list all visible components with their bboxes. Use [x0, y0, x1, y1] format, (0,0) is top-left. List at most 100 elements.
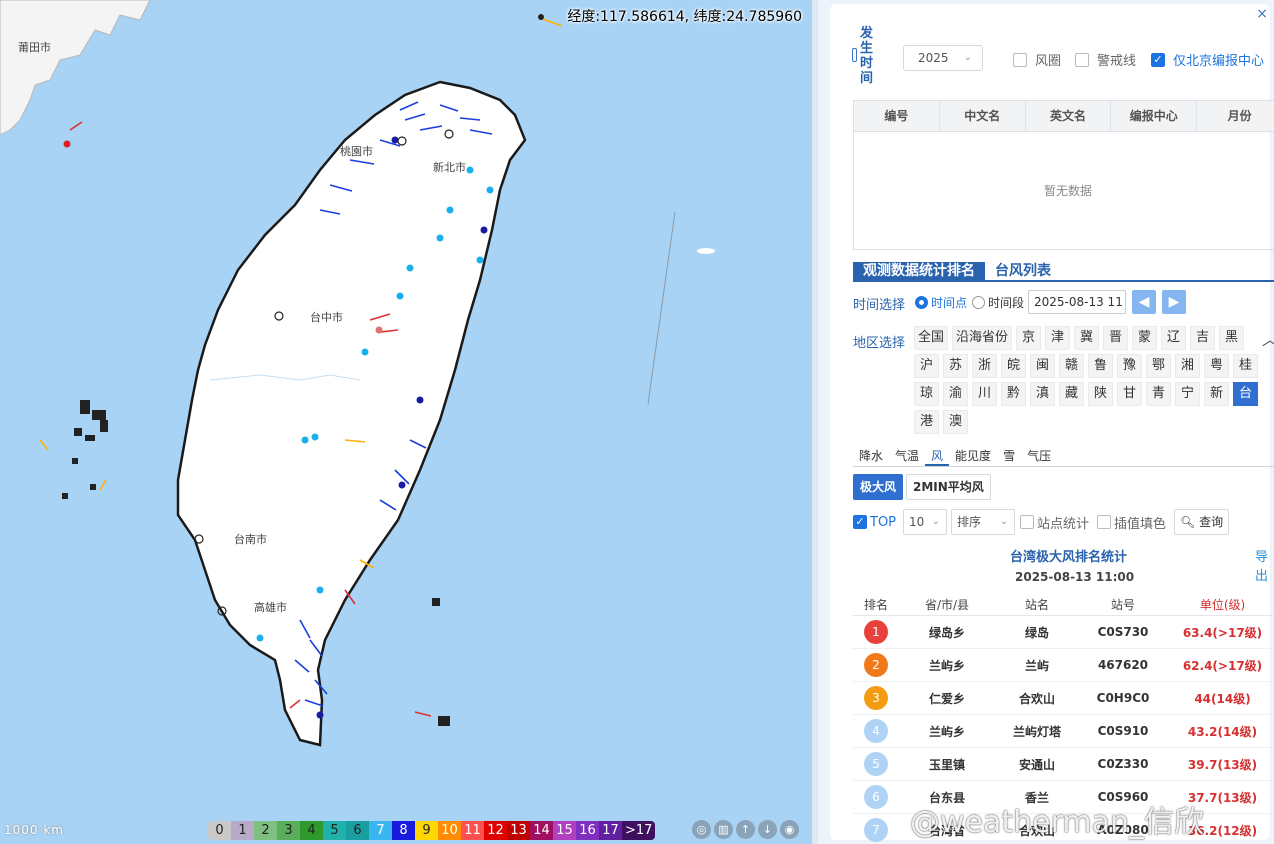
check-icon[interactable]: ✓	[853, 515, 867, 529]
region-button[interactable]: 湘	[1175, 354, 1200, 378]
region-button[interactable]: 黔	[1001, 382, 1026, 406]
region-button[interactable]: 藏	[1059, 382, 1084, 406]
region-button[interactable]: 津	[1045, 326, 1071, 350]
region-button[interactable]: 桂	[1233, 354, 1258, 378]
region-button[interactable]: 苏	[943, 354, 968, 378]
region-button[interactable]: 港	[914, 410, 939, 434]
avg-wind-button[interactable]: 2MIN平均风	[906, 474, 991, 500]
region-button[interactable]: 豫	[1117, 354, 1142, 378]
check-icon[interactable]: ✓	[1151, 52, 1165, 67]
table-row[interactable]: 2 兰屿乡 兰屿 467620 62.4(>17级)	[853, 649, 1274, 682]
element-tab[interactable]: 能见度	[949, 447, 997, 466]
region-button[interactable]: 黑	[1219, 326, 1245, 350]
region-button[interactable]: 蒙	[1132, 326, 1158, 350]
region-button[interactable]: 京	[1016, 326, 1042, 350]
region-button[interactable]: 赣	[1059, 354, 1084, 378]
element-tab[interactable]: 气温	[889, 447, 925, 466]
region-button[interactable]: 宁	[1175, 382, 1200, 406]
region-button[interactable]: 浙	[972, 354, 997, 378]
legend-level: 12	[484, 821, 507, 840]
checkbox-label: 站点统计	[1037, 516, 1090, 532]
checkbox-box[interactable]	[1097, 515, 1111, 529]
checkbox-box[interactable]	[1020, 515, 1034, 529]
tab-observation-ranking[interactable]: 观测数据统计排名	[853, 262, 985, 280]
year-value: 2025	[918, 51, 949, 65]
checkbox-box[interactable]	[1075, 52, 1089, 67]
region-button[interactable]: 鄂	[1146, 354, 1171, 378]
tab-typhoon-list[interactable]: 台风列表	[985, 262, 1061, 280]
top-count-select[interactable]: 10 ⌄	[903, 509, 947, 535]
region-button[interactable]: 闽	[1030, 354, 1055, 378]
region-button[interactable]: 台	[1233, 382, 1258, 406]
element-tab[interactable]: 降水	[853, 447, 889, 466]
region-button[interactable]: 滇	[1030, 382, 1055, 406]
close-icon[interactable]: ×	[1256, 6, 1268, 22]
region-button[interactable]: 琼	[914, 382, 939, 406]
table-row[interactable]: 3 仁爱乡 合欢山 C0H9C0 44(14级)	[853, 682, 1274, 715]
arrow-up-icon[interactable]: ↑	[736, 820, 755, 839]
map-canvas[interactable]	[0, 0, 812, 844]
radio-time-point[interactable]: 时间点	[915, 294, 967, 311]
column-header[interactable]: 英文名	[1026, 101, 1112, 131]
station-stat-checkbox[interactable]: 站点统计	[1020, 509, 1089, 535]
region-button[interactable]: 鲁	[1088, 354, 1113, 378]
region-button[interactable]: 冀	[1074, 326, 1100, 350]
region-button[interactable]: 甘	[1117, 382, 1142, 406]
region-button[interactable]: 澳	[943, 410, 968, 434]
panel-content: × 发生时间 2025 ⌄ 风圈 警戒线 ✓ 仅北京编报中心 编号 中文名 英文…	[830, 4, 1274, 842]
target-icon[interactable]: ◎	[692, 820, 711, 839]
id-cell: C0H9C0	[1096, 691, 1150, 705]
region-button[interactable]: 川	[972, 382, 997, 406]
prev-time-button[interactable]: ◀	[1132, 290, 1156, 314]
column-header[interactable]: 编号	[854, 101, 940, 131]
legend-level: 9	[415, 821, 438, 840]
top-checkbox[interactable]: ✓ TOP	[853, 509, 896, 535]
region-button[interactable]: 沿海省份	[952, 326, 1013, 350]
region-button[interactable]: 青	[1146, 382, 1171, 406]
checkbox-box[interactable]	[1013, 52, 1027, 67]
region-button[interactable]: 辽	[1161, 326, 1187, 350]
column-header[interactable]: 月份	[1197, 101, 1274, 131]
arrow-down-icon[interactable]: ↓	[758, 820, 777, 839]
radio-dot[interactable]	[915, 296, 928, 309]
element-tab[interactable]: 雪	[997, 447, 1021, 466]
column-header[interactable]: 编报中心	[1111, 101, 1198, 131]
element-tab[interactable]: 风	[925, 447, 950, 466]
interp-fill-checkbox[interactable]: 插值填色	[1097, 509, 1166, 535]
value-cell: 39.7(13级)	[1187, 757, 1258, 772]
region-button[interactable]: 陕	[1088, 382, 1113, 406]
column-header[interactable]: 中文名	[940, 101, 1026, 131]
export-link[interactable]: 导出	[1255, 546, 1270, 584]
max-wind-button[interactable]: 极大风	[853, 474, 904, 500]
wind-circle-checkbox[interactable]: 风圈	[1013, 50, 1061, 69]
map-view[interactable]: 经度:117.586614, 纬度:24.785960 莆田市 桃園市 新北市 …	[0, 0, 812, 844]
region-button[interactable]: 皖	[1001, 354, 1026, 378]
region-button[interactable]: 吉	[1190, 326, 1216, 350]
query-button[interactable]: 🔍︎ 查询	[1174, 509, 1230, 535]
table-row[interactable]: 4 兰屿乡 兰屿灯塔 C0S910 43.2(14级)	[853, 715, 1274, 748]
next-time-button[interactable]: ▶	[1162, 290, 1186, 314]
radio-time-range[interactable]: 时间段	[972, 294, 1024, 311]
collapse-handle[interactable]	[852, 48, 857, 62]
table-row[interactable]: 1 绿岛乡 绿岛 C0S730 63.4(>17级)	[853, 616, 1274, 649]
warning-line-checkbox[interactable]: 警戒线	[1075, 50, 1136, 69]
region-button[interactable]: 渝	[943, 382, 968, 406]
region-button[interactable]: 沪	[914, 354, 939, 378]
datetime-input[interactable]: 2025-08-13 11	[1028, 290, 1126, 314]
eye-icon[interactable]: ◉	[780, 820, 799, 839]
radio-dot[interactable]	[972, 296, 985, 309]
legend-level: 4	[300, 821, 323, 840]
sort-select[interactable]: 排序 ⌄	[951, 509, 1015, 535]
table-row[interactable]: 5 玉里镇 安通山 C0Z330 39.7(13级)	[853, 748, 1274, 781]
chevron-up-icon[interactable]: ︿	[1262, 326, 1274, 350]
value-cell: 63.4(>17级)	[1182, 625, 1263, 640]
year-select[interactable]: 2025 ⌄	[903, 45, 983, 71]
trash-icon[interactable]: ▥	[714, 820, 733, 839]
element-tab[interactable]: 气压	[1021, 447, 1057, 466]
region-button[interactable]: 新	[1204, 382, 1229, 406]
region-button[interactable]: 粤	[1204, 354, 1229, 378]
beijing-only-checkbox[interactable]: ✓ 仅北京编报中心	[1151, 50, 1264, 69]
region-button[interactable]: 全国	[914, 326, 949, 350]
region-button[interactable]: 晋	[1103, 326, 1129, 350]
rank-badge: 6	[864, 785, 888, 809]
